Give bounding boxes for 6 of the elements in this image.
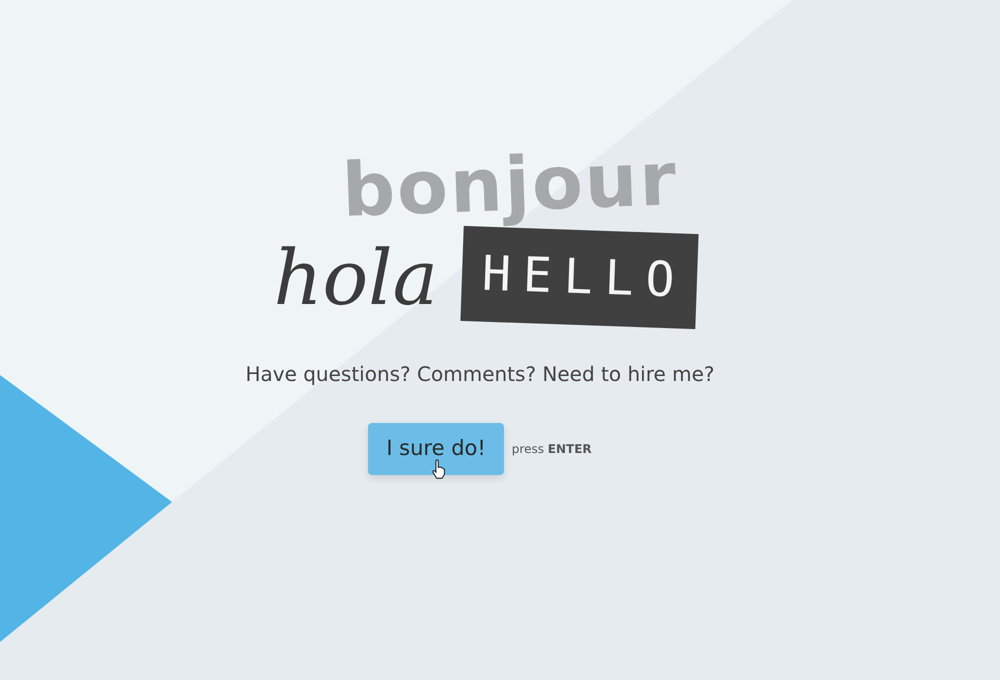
keyboard-hint: press ENTER [512, 440, 592, 458]
brush-heading: bonjour [340, 142, 680, 228]
prompt-text: Have questions? Comments? Need to hire me? [245, 361, 715, 388]
label-heading: HELLO [460, 226, 698, 330]
hand-cursor-icon [432, 459, 446, 480]
script-heading: hola [274, 240, 438, 316]
